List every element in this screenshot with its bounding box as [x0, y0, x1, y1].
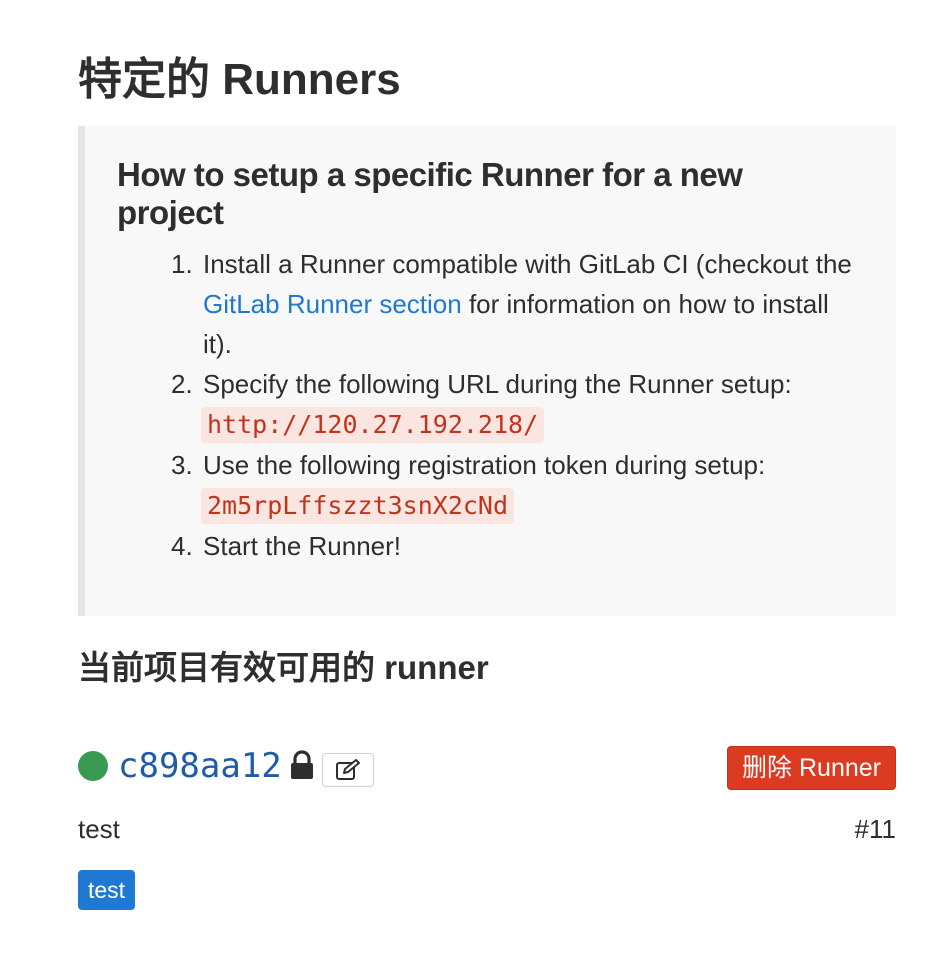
registration-token-code[interactable]: 2m5rpLffszzt3snX2cNd — [201, 488, 515, 524]
step-text: Install a Runner compatible with GitLab … — [203, 249, 852, 279]
runner-id-link[interactable]: c898aa12 — [118, 744, 282, 788]
step-number: 3. — [171, 450, 193, 480]
runner-status-indicator — [78, 751, 108, 781]
edit-icon — [336, 759, 360, 780]
step-text: Specify the following URL during the Run… — [203, 369, 792, 399]
edit-runner-button[interactable] — [322, 753, 374, 787]
runner-description: test — [78, 814, 120, 844]
runner-header-row: c898aa12 删除 Runner — [78, 744, 896, 790]
step-number: 2. — [171, 369, 193, 399]
gitlab-runner-section-link[interactable]: GitLab Runner section — [203, 289, 462, 319]
runners-settings-page: 特定的 Runners How to setup a specific Runn… — [0, 0, 938, 956]
setup-instructions-block: How to setup a specific Runner for a new… — [78, 126, 896, 616]
step-number: 1. — [171, 249, 193, 279]
setup-steps-list: 1. Install a Runner compatible with GitLa… — [171, 244, 853, 566]
setup-step-1: 1. Install a Runner compatible with GitLa… — [171, 244, 853, 364]
page-title: 特定的 Runners — [78, 55, 401, 104]
setup-step-2: 2. Specify the following URL during the R… — [171, 364, 853, 445]
coordinator-url-code[interactable]: http://120.27.192.218/ — [201, 407, 545, 443]
step-text: Start the Runner! — [203, 531, 401, 561]
lock-icon — [291, 750, 313, 779]
step-text: Use the following registration token dur… — [203, 450, 766, 480]
setup-heading: How to setup a specific Runner for a new… — [117, 156, 743, 231]
setup-step-4: 4. Start the Runner! — [171, 526, 853, 566]
step-number: 4. — [171, 531, 193, 561]
delete-runner-button[interactable]: 删除 Runner — [727, 746, 896, 790]
available-runners-title: 当前项目有效可用的 runner — [78, 649, 489, 686]
runner-tag-badge: test — [78, 870, 136, 910]
setup-step-3: 3. Use the following registration token d… — [171, 445, 853, 526]
runner-number: #11 — [854, 814, 896, 844]
